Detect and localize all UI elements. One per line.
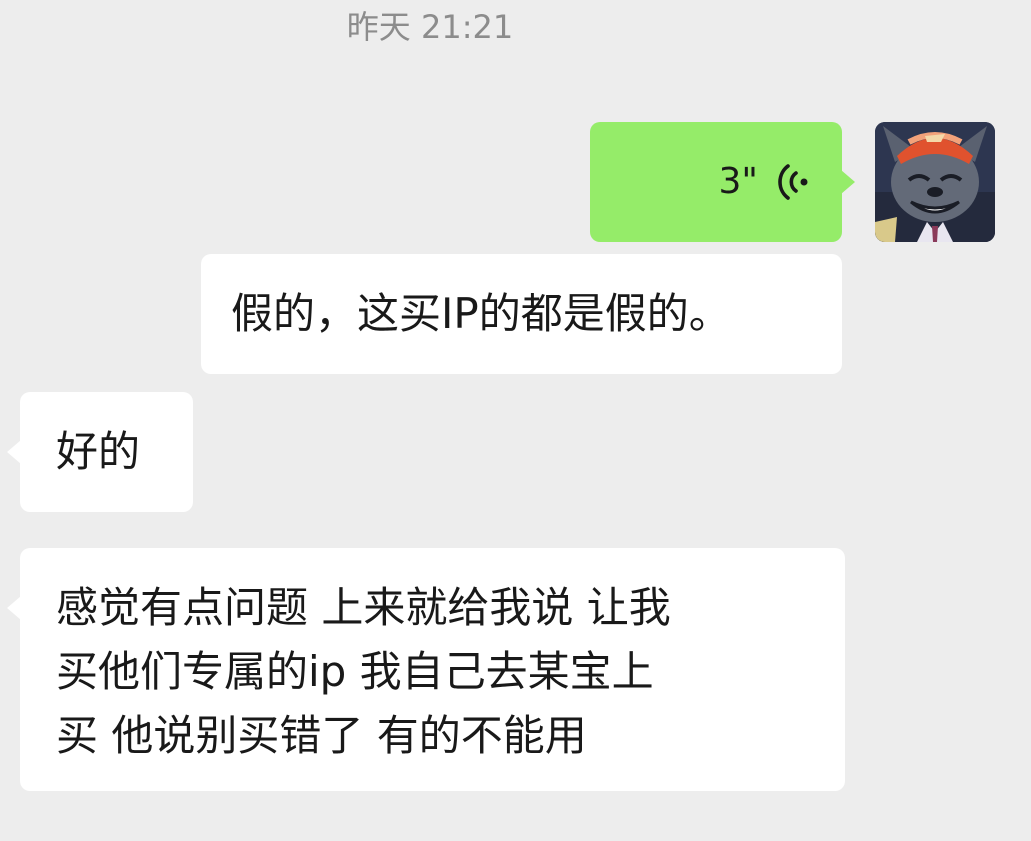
- outgoing-text-message[interactable]: 假的，这买IP的都是假的。: [201, 254, 842, 374]
- message-text: 感觉有点问题 上来就给我说 让我 买他们专属的ip 我自己去某宝上 买 他说别买…: [56, 583, 671, 760]
- incoming-text-message[interactable]: 感觉有点问题 上来就给我说 让我 买他们专属的ip 我自己去某宝上 买 他说别买…: [7, 548, 845, 791]
- message-text: 假的，这买IP的都是假的。: [231, 289, 731, 338]
- wolf-avatar-icon: [875, 122, 995, 242]
- message-text: 好的: [56, 427, 141, 476]
- voice-duration: 3": [718, 161, 758, 202]
- incoming-text-message[interactable]: 好的: [7, 392, 193, 512]
- message-timestamp: 昨天 21:21: [346, 8, 514, 46]
- outgoing-voice-message[interactable]: 3": [590, 122, 855, 242]
- voice-wave-icon: [778, 164, 808, 200]
- avatar[interactable]: [875, 122, 995, 242]
